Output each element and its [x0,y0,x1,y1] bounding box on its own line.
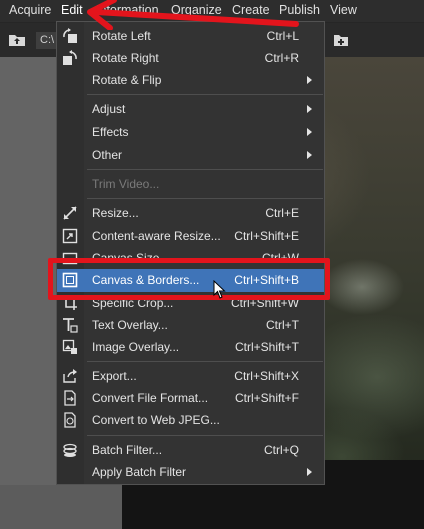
submenu-arrow-icon [307,128,312,136]
submenu-arrow-icon [307,76,312,84]
menu-item-label: Convert File Format... [92,391,209,405]
image-overlay-icon [62,339,77,354]
menu-item-rotate-right[interactable]: Rotate Right Ctrl+R [57,47,324,69]
export-icon [63,369,77,383]
menu-item-rotate-flip[interactable]: Rotate & Flip [57,69,324,91]
menu-item-label: Image Overlay... [92,340,180,354]
menu-item-label: Apply Batch Filter [92,465,187,479]
menu-separator [87,198,323,199]
menu-item-convert-file-format[interactable]: Convert File Format... Ctrl+Shift+F [57,387,324,409]
menu-item-label: Convert to Web JPEG... [92,413,220,427]
menu-item-label: Rotate Right [92,51,159,65]
menu-item-batch-filter[interactable]: Batch Filter... Ctrl+Q [57,439,324,461]
content-aware-resize-icon [62,228,78,244]
menu-item-shortcut: Ctrl+R [264,51,299,65]
menu-item-label: Other [92,148,123,162]
menu-item-label: Text Overlay... [92,318,168,332]
rotate-left-icon [63,28,77,43]
menu-separator [87,94,323,95]
mouse-cursor-icon [213,280,226,299]
menu-item-label: Effects [92,125,129,139]
menu-item-label: Adjust [92,102,126,116]
menu-separator [87,169,323,170]
menu-item-shortcut: Ctrl+Q [263,443,299,457]
menu-item-label: Trim Video... [92,177,160,191]
add-folder-icon[interactable] [333,32,349,48]
menu-item-shortcut: Ctrl+T [266,318,299,332]
convert-format-icon [64,390,76,406]
menu-separator [87,435,323,436]
folder-up-icon[interactable] [8,33,26,47]
menu-item-shortcut: Ctrl+E [265,206,299,220]
menu-item-trim-video: Trim Video... [57,173,324,195]
menu-separator [87,361,323,362]
menu-edit[interactable]: Edit [61,3,83,17]
submenu-arrow-icon [307,151,312,159]
menu-acquire[interactable]: Acquire [9,3,51,17]
menu-item-label: Resize... [92,206,139,220]
menu-item-adjust[interactable]: Adjust [57,98,324,120]
menu-item-label: Rotate & Flip [92,73,162,87]
submenu-arrow-icon [307,468,312,476]
red-arrow-annotation-icon [87,0,299,30]
menu-item-convert-web-jpeg[interactable]: Convert to Web JPEG... [57,409,324,431]
menu-item-other[interactable]: Other [57,144,324,166]
menu-item-export[interactable]: Export... Ctrl+Shift+X [57,365,324,387]
menu-item-shortcut: Ctrl+Shift+F [234,391,299,405]
menu-view[interactable]: View [330,3,357,17]
highlight-annotation-box [48,258,330,300]
menu-item-label: Content-aware Resize... [92,229,221,243]
text-overlay-icon [63,318,78,333]
menu-item-shortcut: Ctrl+Shift+X [234,369,299,383]
submenu-arrow-icon [307,105,312,113]
menu-item-shortcut: Ctrl+Shift+E [234,229,299,243]
web-jpeg-icon [64,412,76,428]
menu-item-label: Batch Filter... [92,443,163,457]
resize-icon [63,206,77,220]
menu-item-apply-batch-filter[interactable]: Apply Batch Filter [57,461,324,483]
edit-menu: Rotate Left Ctrl+L Rotate Right Ctrl+R R… [56,21,325,485]
menu-item-content-aware-resize[interactable]: Content-aware Resize... Ctrl+Shift+E [57,225,324,247]
menu-item-shortcut: Ctrl+Shift+T [234,340,299,354]
batch-filter-icon [63,443,77,457]
menu-item-text-overlay[interactable]: Text Overlay... Ctrl+T [57,314,324,336]
side-panel-footer [0,485,125,529]
menu-item-effects[interactable]: Effects [57,121,324,143]
menu-item-label: Export... [92,369,137,383]
rotate-right-icon [63,50,77,65]
menu-item-image-overlay[interactable]: Image Overlay... Ctrl+Shift+T [57,336,324,358]
menu-item-resize[interactable]: Resize... Ctrl+E [57,202,324,224]
